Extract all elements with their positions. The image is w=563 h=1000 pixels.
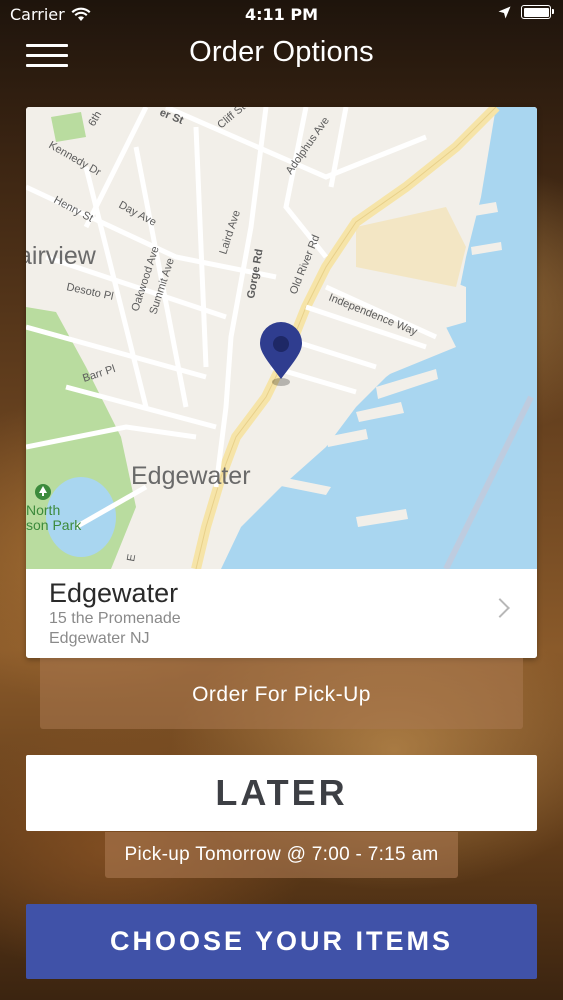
battery-icon <box>521 5 554 19</box>
location-address-line1: 15 the Promenade <box>49 610 181 627</box>
status-bar: Carrier 4:11 PM <box>0 0 563 30</box>
location-selector[interactable]: Edgewater 15 the Promenade Edgewater NJ <box>26 569 537 658</box>
status-time: 4:11 PM <box>244 5 318 24</box>
location-address-line2: Edgewater NJ <box>49 630 150 647</box>
location-name: Edgewater <box>49 578 179 608</box>
location-arrow-icon <box>498 6 511 18</box>
location-card: airview Edgewater North son Park Gorge R… <box>26 107 537 658</box>
map-view[interactable]: airview Edgewater North son Park Gorge R… <box>26 107 537 569</box>
pickup-time-label: Pick-up Tomorrow @ 7:00 - 7:15 am <box>105 832 458 878</box>
park-icon <box>35 484 51 500</box>
order-type-selector[interactable]: Order For Pick-Up <box>40 658 523 729</box>
map-label-park-line2: son Park <box>26 517 82 533</box>
status-right <box>498 5 554 19</box>
choose-items-button[interactable]: CHOOSE YOUR ITEMS <box>26 904 537 979</box>
map-label-park-line1: North <box>26 502 60 518</box>
map-label-fairview: airview <box>26 242 97 270</box>
nav-bar: Order Options <box>0 30 563 80</box>
map-label-edgewater: Edgewater <box>131 462 251 490</box>
timing-later-button[interactable]: LATER <box>26 755 537 831</box>
page-title: Order Options <box>189 36 374 68</box>
chevron-right-icon <box>490 598 510 618</box>
